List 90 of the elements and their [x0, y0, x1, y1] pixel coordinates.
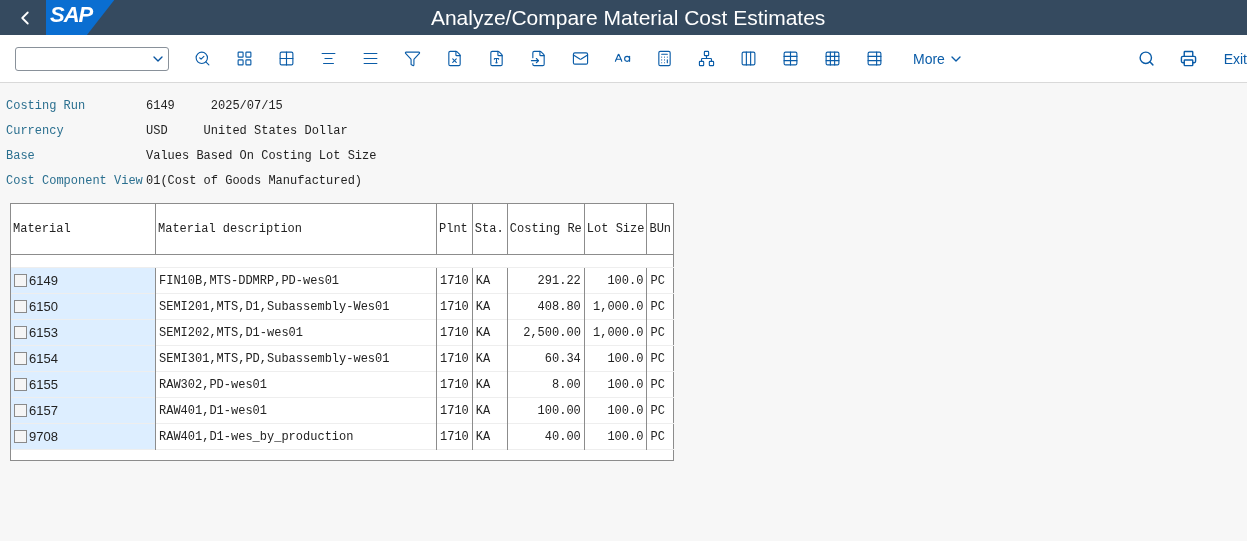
table-cell: 2,500.00: [507, 319, 585, 346]
material-number: 6149: [29, 273, 58, 288]
filter-icon: [403, 50, 421, 67]
window-title: Analyze/Compare Material Cost Estimates: [429, 5, 827, 30]
hierarchy-icon: [697, 50, 715, 67]
calculator-icon: [655, 50, 673, 67]
column-header[interactable]: Plnt: [436, 203, 473, 255]
search-icon: [1138, 50, 1156, 67]
more-button[interactable]: More: [907, 49, 970, 68]
table-cell: RAW302,PD-wes01: [155, 371, 437, 398]
row-checkbox[interactable]: [14, 430, 27, 443]
table-icon: [781, 50, 799, 67]
table-cell: 40.00: [507, 423, 585, 450]
table-cell: RAW401,D1-wes_by_production: [155, 423, 437, 450]
field-value: USD: [146, 123, 168, 138]
table-cell: SEMI301,MTS,PD,Subassembly-wes01: [155, 345, 437, 372]
table-cell: KA: [472, 319, 508, 346]
table-cell: PC: [646, 397, 674, 424]
table-cell: PC: [646, 293, 674, 320]
table-cell: PC: [646, 345, 674, 372]
table-cell: 100.0: [584, 397, 647, 424]
table-cell: 1,000.0: [584, 293, 647, 320]
table-cell: 1710: [436, 397, 473, 424]
column-header[interactable]: Material description: [155, 203, 437, 255]
printer-icon: [1180, 50, 1198, 67]
table-cell: 1710: [436, 371, 473, 398]
table-cell: KA: [472, 267, 508, 294]
table-cell: 1710: [436, 423, 473, 450]
table-cell: 1710: [436, 319, 473, 346]
field-label: Costing Run: [6, 98, 87, 113]
row-checkbox[interactable]: [14, 352, 27, 365]
table-cell: 1710: [436, 293, 473, 320]
table-cell: 100.00: [507, 397, 585, 424]
column-header[interactable]: Sta.: [472, 203, 508, 255]
table-cell: PC: [646, 423, 674, 450]
table-cell: KA: [472, 293, 508, 320]
row-checkbox[interactable]: [14, 274, 27, 287]
row-checkbox[interactable]: [14, 300, 27, 313]
table-cell: FIN10B,MTS-DDMRP,PD-wes01: [155, 267, 437, 294]
field-value: 2025/07/15: [210, 98, 283, 113]
table-cell: 408.80: [507, 293, 585, 320]
field-value: United States Dollar: [203, 123, 348, 138]
export-icon: [529, 50, 547, 67]
table-cell: PC: [646, 319, 674, 346]
table-layout-icon: [865, 50, 883, 67]
sap-logo: SAP: [46, 0, 115, 35]
field-value: Values Based On Costing Lot Size: [146, 148, 377, 163]
field-value: 6149: [146, 98, 175, 113]
table-cell: 100.0: [584, 371, 647, 398]
table-cell: 100.0: [584, 423, 647, 450]
table-cell: KA: [472, 397, 508, 424]
row-checkbox[interactable]: [14, 378, 27, 391]
table-cell: 100.0: [584, 267, 647, 294]
document-text-icon: [487, 50, 505, 67]
table-cell: 1710: [436, 345, 473, 372]
column-header[interactable]: BUn: [646, 203, 674, 255]
table-cell: KA: [472, 423, 508, 450]
field-label: Cost Component View: [6, 173, 144, 188]
table-cell: SEMI201,MTS,D1,Subassembly-Wes01: [155, 293, 437, 320]
columns-icon: [739, 50, 757, 67]
material-number: 9708: [29, 429, 58, 444]
material-number: 6155: [29, 377, 58, 392]
table-cell: PC: [646, 267, 674, 294]
table-cell: PC: [646, 371, 674, 398]
layout-select[interactable]: [15, 46, 169, 71]
table-cell: KA: [472, 371, 508, 398]
table-cell: 8.00: [507, 371, 585, 398]
row-checkbox[interactable]: [14, 404, 27, 417]
table-cell: 1710: [436, 267, 473, 294]
field-value: 01(Cost of Goods Manufactured): [146, 173, 363, 188]
table-cell: RAW401,D1-wes01: [155, 397, 437, 424]
column-header[interactable]: Lot Size: [584, 203, 647, 255]
row-checkbox[interactable]: [14, 326, 27, 339]
table-cell: SEMI202,MTS,D1-wes01: [155, 319, 437, 346]
field-label: Base: [6, 148, 36, 163]
exit-button[interactable]: Exit: [1209, 50, 1247, 67]
material-number: 6157: [29, 403, 58, 418]
table-cell: 60.34: [507, 345, 585, 372]
material-number: 6150: [29, 299, 58, 314]
table-cell: 100.0: [584, 345, 647, 372]
document-x-icon: [445, 50, 463, 67]
envelope-icon: [571, 50, 589, 67]
column-header[interactable]: Costing Re: [507, 203, 585, 255]
material-number: 6153: [29, 325, 58, 340]
material-number: 6154: [29, 351, 58, 366]
column-header[interactable]: Material: [10, 203, 156, 255]
field-label: Currency: [6, 123, 65, 138]
table-cell: KA: [472, 345, 508, 372]
table-cell: 291.22: [507, 267, 585, 294]
table-cell: 1,000.0: [584, 319, 647, 346]
